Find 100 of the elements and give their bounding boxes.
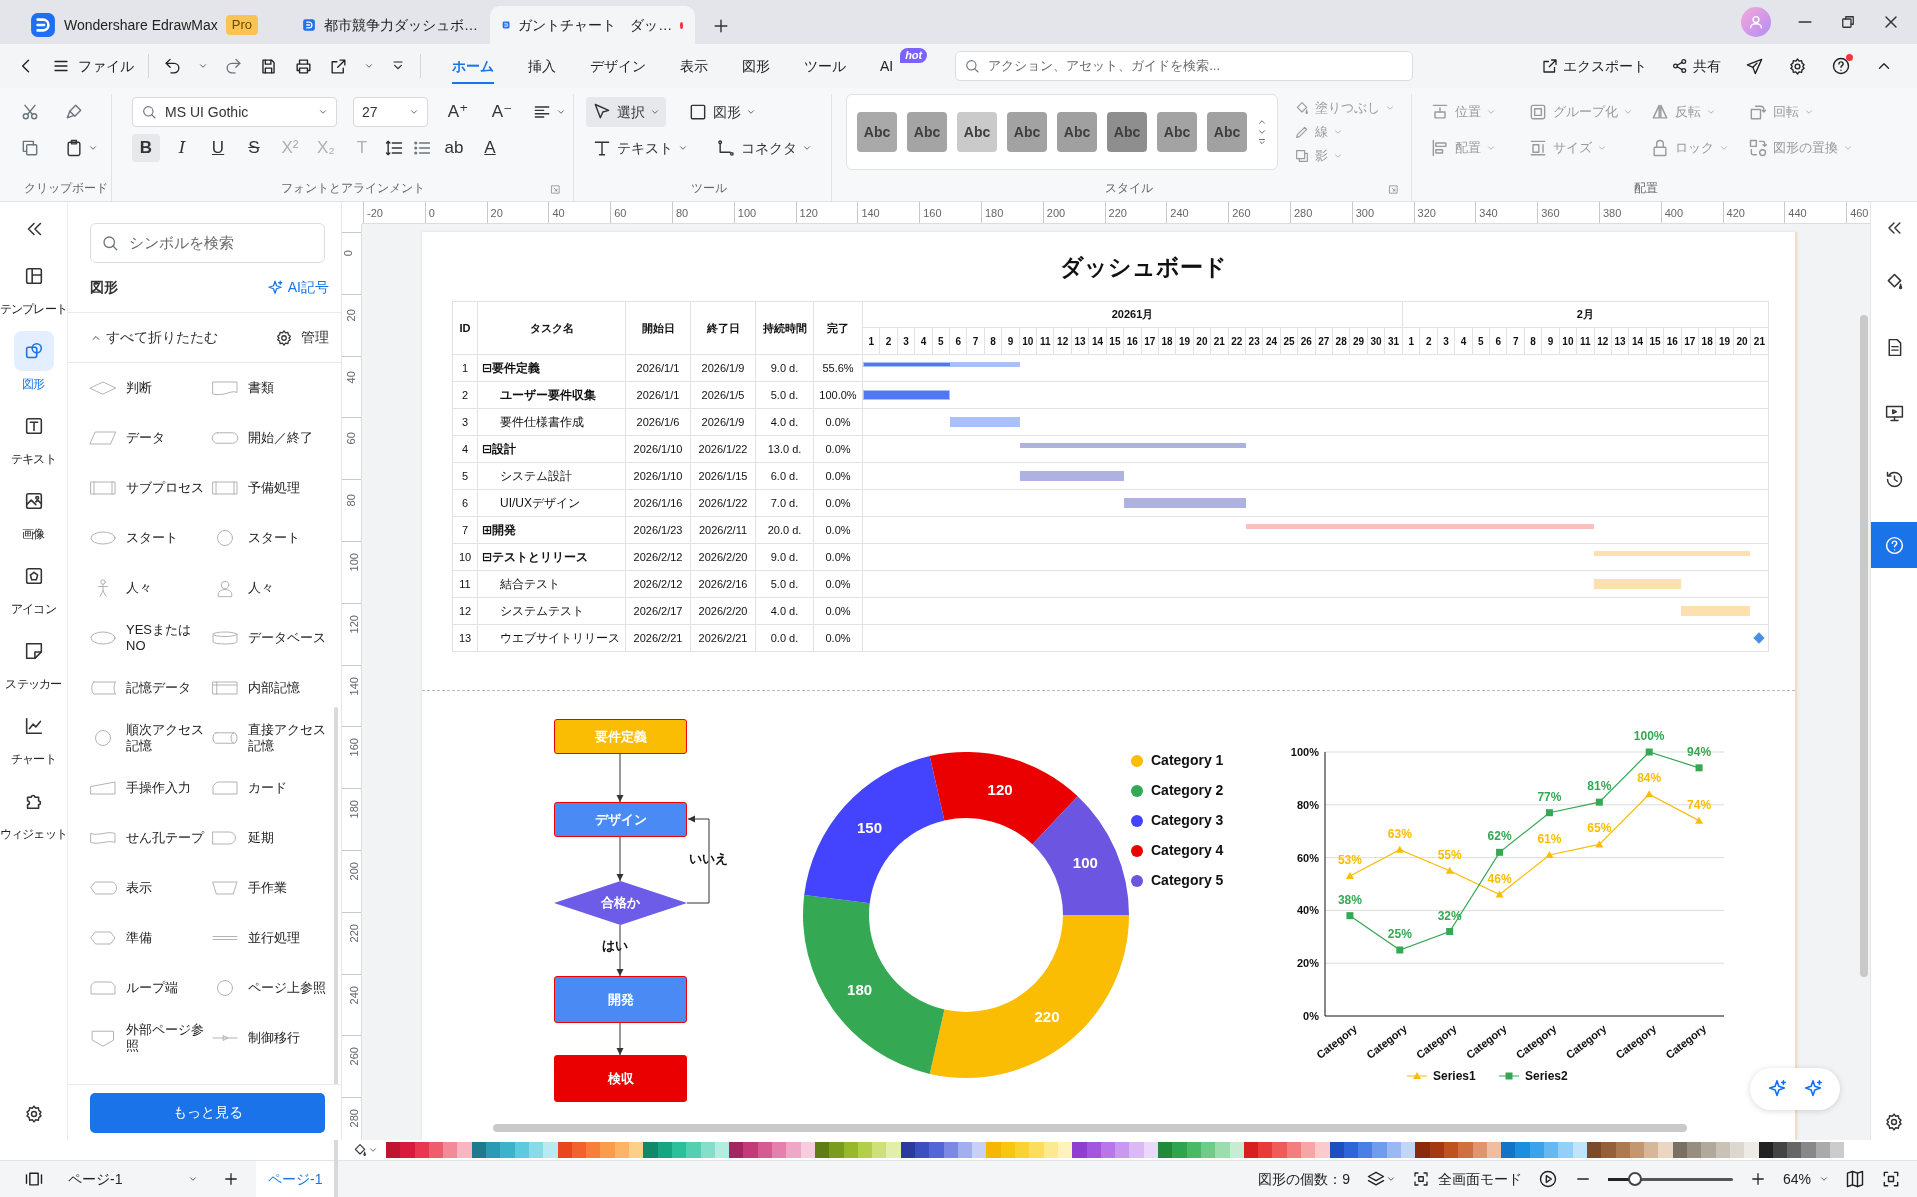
sidebar-item[interactable]: ウィジェット [0,781,68,843]
sidebar-item[interactable]: 画像 [0,481,68,543]
style-swatch[interactable]: Abc [957,112,997,152]
table-cell: 1 [452,354,478,382]
value-label: 100% [1633,729,1665,743]
zoom-dropdown[interactable]: 64% [1782,1168,1829,1190]
search-field[interactable]: シンボルを検索 [90,223,325,263]
shape-label[interactable]: YESまたはNO [126,621,204,655]
ribbon-tab[interactable]: 表示 [663,44,725,88]
style-swatch[interactable]: Abc [1057,112,1097,152]
shape-label[interactable]: 外部ページ参照 [126,1021,204,1055]
shape-label[interactable]: 並行処理 [247,929,326,947]
ribbon-tab[interactable]: ツール [787,44,863,88]
export-button[interactable]: エクスポート [1541,55,1647,77]
table-cell: 0.0 d. [755,624,814,652]
shape-label[interactable]: 直接アクセス記憶 [247,721,326,755]
font-size-button[interactable]: A⁺ [444,98,472,126]
ribbon-tab[interactable]: デザイン [573,44,663,88]
page-dropdown[interactable]: ページ-1 [68,1168,198,1190]
style-swatch[interactable]: Abc [1207,112,1247,152]
window-tab[interactable]: Wondershare EdrawMax Pro [18,6,290,44]
file-menu[interactable]: ファイル [52,55,134,77]
share-button[interactable]: 共有 [1671,55,1721,77]
shape-label[interactable]: 記憶データ [126,679,204,697]
shape-label[interactable]: 予備処理 [247,479,326,497]
shape-label[interactable]: スタート [126,529,204,547]
window-tab[interactable]: 都市競争力ダッシュボ… [290,6,490,44]
shape-label[interactable]: 書類 [247,379,326,397]
sidebar-item[interactable]: チャート [0,706,68,768]
sidebar-item[interactable]: テンプレート [0,256,68,318]
task-name: ⊟設計 [477,435,626,463]
shape-label[interactable]: 判断 [126,379,204,397]
window-tab[interactable]: ガントチャート ダッ… [490,6,695,44]
shape-label[interactable]: データ [126,429,204,447]
font-dropdown[interactable]: MS UI Gothic [132,97,337,127]
collapse-all-button[interactable]: すべて折りたたむ [90,327,218,348]
fullscreen-button[interactable]: 全画面モード [1411,1168,1522,1190]
ai-symbol-button[interactable]: AI記号 [265,277,329,298]
shape-label[interactable]: 順次アクセス記憶 [126,721,204,755]
font-size-dropdown[interactable]: 27 [353,97,428,127]
format-button[interactable]: B [132,134,160,162]
shape-label[interactable]: 準備 [126,929,204,947]
ribbon-tab[interactable]: 図形 [725,44,787,88]
ribbon-tab[interactable]: 挿入 [511,44,573,88]
shape-label[interactable]: スタート [247,529,326,547]
manage-button[interactable]: 管理 [275,327,329,348]
ruler-label: 280 [346,1109,361,1128]
task-name: 要件仕様書作成 [477,408,626,436]
tool-button[interactable]: 選択 [586,97,666,127]
shape-label[interactable]: サブプロセス [126,479,204,497]
shape-label[interactable]: 人々 [126,579,204,597]
sidebar-item[interactable]: アイコン [0,556,68,618]
tool-button[interactable]: 図形 [682,97,762,127]
shape-label[interactable]: 手作業 [247,879,326,897]
text-format-button[interactable]: A [476,134,504,162]
format-button[interactable]: S [240,134,268,162]
table-cell: 13 [452,624,478,652]
sidebar-item[interactable]: テキスト [0,406,68,468]
shape-label[interactable]: 開始／終了 [247,429,326,447]
font-size-button[interactable]: A⁻ [488,98,516,126]
format-button[interactable]: I [168,134,196,162]
sidebar-item[interactable]: 図形 [0,331,68,393]
ribbon-tab[interactable]: ホーム [435,44,511,88]
more-button[interactable]: もっと見る [90,1092,325,1133]
shape-label[interactable]: データベース [247,629,326,647]
task-name: 結合テスト [477,570,626,598]
ruler-label: 20 [490,207,503,219]
page-tab[interactable]: ページ-1 [256,1161,335,1197]
shape-label[interactable]: 制御移行 [247,1029,326,1047]
style-swatch[interactable]: Abc [907,112,947,152]
style-swatch[interactable]: Abc [1157,112,1197,152]
text-format-button[interactable]: ab [440,134,468,162]
month-header: 20261月 [862,301,1403,328]
shape-label[interactable]: 人々 [247,579,326,597]
ruler-label: 100 [346,553,361,572]
table-cell: 4.0 d. [755,597,814,625]
shape-label[interactable]: 延期 [247,829,326,847]
shape-label[interactable]: 手操作入力 [126,779,204,797]
tool-button[interactable]: コネクタ [710,133,818,163]
shape-label[interactable]: カード [247,779,326,797]
tool-button[interactable]: テキスト [586,133,694,163]
sidebar-item[interactable]: ステッカー [0,631,68,693]
table-cell: 9.0 d. [755,354,814,382]
search-field[interactable]: アクション、アセット、ガイドを検索... [955,51,1414,81]
style-swatch[interactable]: Abc [857,112,897,152]
shape-label[interactable]: 表示 [126,879,204,897]
ruler-label: 340 [1479,207,1498,219]
search-input[interactable]: アクション、アセット、ガイドを検索... [986,55,1405,77]
ribbon-tab[interactable]: AI hot [863,44,930,88]
shape-label[interactable]: せん孔テープ [126,829,204,847]
format-button[interactable]: U [204,134,232,162]
ruler-label: 200 [1046,207,1066,219]
table-cell: 11 [452,570,478,598]
table-cell: 2026/1/22 [690,435,756,463]
shape-label[interactable]: ループ端 [126,979,204,997]
ruler-label: 0 [428,207,435,219]
style-swatch[interactable]: Abc [1007,112,1047,152]
shape-label[interactable]: 内部記憶 [247,679,326,697]
shape-label[interactable]: ページ上参照 [247,979,326,997]
table-cell: 2 [452,381,478,409]
